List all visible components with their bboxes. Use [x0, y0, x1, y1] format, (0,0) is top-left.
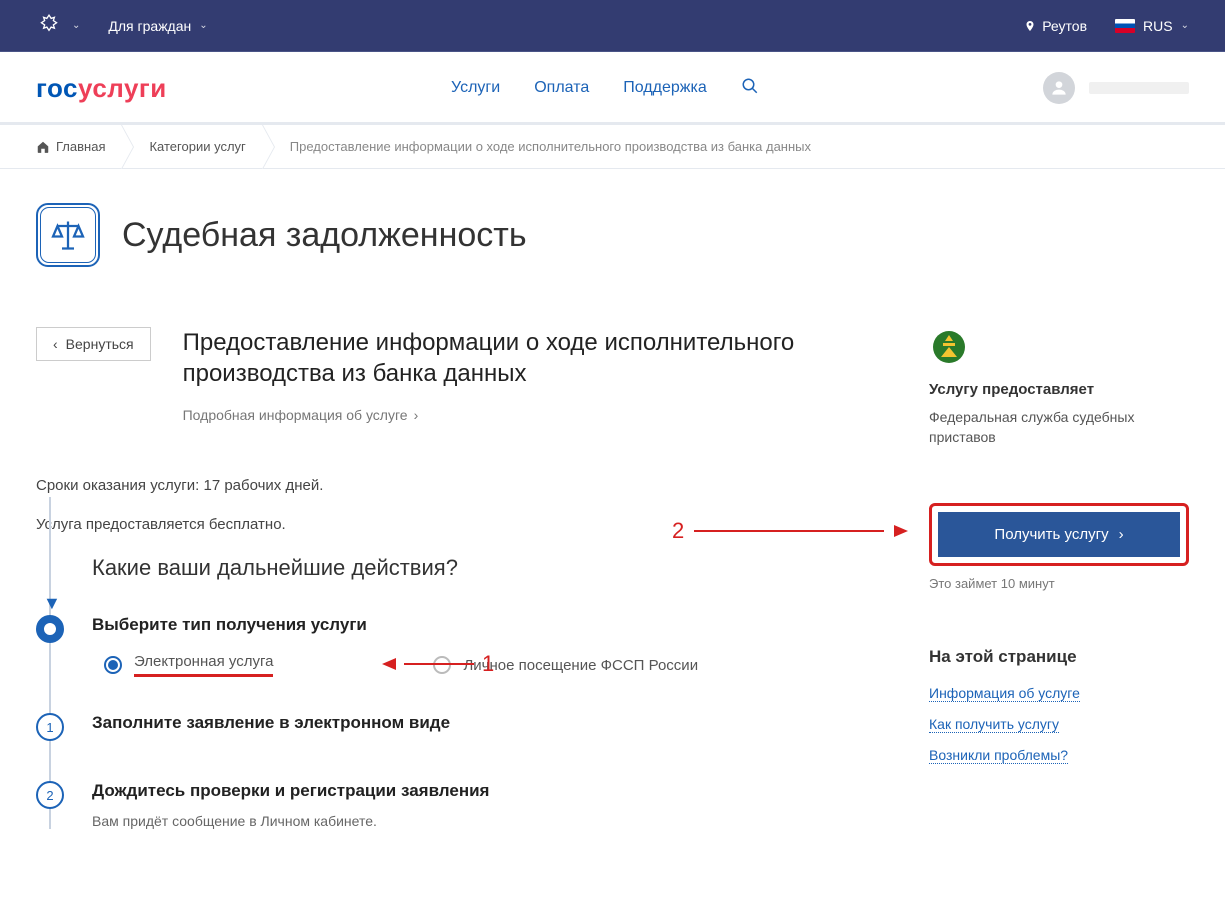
onpage-link-info[interactable]: Информация об услуге — [929, 685, 1080, 702]
breadcrumb-home[interactable]: Главная — [36, 125, 122, 168]
audience-dropdown[interactable]: Для граждан ⌄ — [108, 18, 207, 34]
topbar: ⌄ Для граждан ⌄ Реутов RUS ⌄ — [0, 0, 1225, 52]
nav-payment[interactable]: Оплата — [534, 79, 589, 97]
main-nav: Услуги Оплата Поддержка — [451, 77, 759, 100]
agency-emblem-icon — [929, 327, 969, 367]
breadcrumb-current: Предоставление информации о ходе исполни… — [274, 125, 827, 168]
avatar-icon — [1043, 72, 1075, 104]
step-wait-title: Дождитесь проверки и регистрации заявлен… — [92, 781, 489, 801]
page-title-row: Судебная задолженность — [36, 203, 1189, 267]
state-emblem-dropdown[interactable]: ⌄ — [36, 13, 80, 39]
breadcrumb-categories[interactable]: Категории услуг — [133, 125, 262, 168]
cta-hint: Это займет 10 минут — [929, 576, 1189, 591]
service-term: Сроки оказания услуги: 17 рабочих дней. — [36, 477, 869, 494]
user-menu[interactable] — [1043, 72, 1189, 104]
step-select-title: Выберите тип получения услуги — [92, 615, 698, 635]
location-selector[interactable]: Реутов — [1024, 18, 1087, 34]
radio-electronic[interactable]: Электронная услуга — [104, 653, 273, 677]
arrow-down-icon: ▼ — [43, 593, 61, 614]
home-icon — [36, 140, 50, 154]
user-name-placeholder — [1089, 82, 1189, 94]
annotation-arrow-1: 1 — [382, 651, 494, 677]
chevron-down-icon: ⌄ — [72, 20, 80, 31]
steps-question: Какие ваши дальнейшие действия? — [54, 555, 869, 581]
site-logo[interactable]: госуслуги — [36, 73, 167, 104]
onpage-link-how[interactable]: Как получить услугу — [929, 716, 1059, 733]
step-fill-title: Заполните заявление в электронном виде — [92, 713, 450, 733]
on-page-title: На этой странице — [929, 647, 1189, 667]
flag-ru-icon — [1115, 19, 1135, 33]
back-button[interactable]: ‹ Вернуться — [36, 327, 151, 361]
nav-services[interactable]: Услуги — [451, 79, 500, 97]
page-title: Судебная задолженность — [122, 216, 527, 255]
provider-name: Федеральная служба судебных приставов — [929, 408, 1189, 447]
service-subtitle: Предоставление информации о ходе исполни… — [183, 327, 869, 389]
search-icon[interactable] — [741, 77, 759, 100]
language-label: RUS — [1143, 18, 1173, 34]
breadcrumb: Главная Категории услуг Предоставление и… — [0, 125, 1225, 169]
chevron-down-icon: ⌄ — [1181, 20, 1189, 31]
chevron-right-icon: › — [414, 407, 419, 423]
radio-selected-icon — [104, 656, 122, 674]
audience-label: Для граждан — [108, 18, 191, 34]
scales-icon — [36, 203, 100, 267]
nav-support[interactable]: Поддержка — [623, 79, 706, 97]
chevron-down-icon: ⌄ — [199, 20, 207, 31]
on-this-page: На этой странице Информация об услуге Ка… — [929, 647, 1189, 764]
chevron-left-icon: ‹ — [53, 336, 58, 352]
steps-list: Какие ваши дальнейшие действия? ▼ Выбери… — [36, 555, 869, 829]
location-label: Реутов — [1042, 18, 1087, 34]
location-pin-icon — [1024, 19, 1036, 33]
cta-highlight-box: 2 Получить услугу › — [929, 503, 1189, 566]
eagle-emblem-icon — [36, 13, 62, 39]
get-service-button[interactable]: Получить услугу › — [938, 512, 1180, 557]
language-selector[interactable]: RUS ⌄ — [1115, 18, 1189, 34]
onpage-link-problems[interactable]: Возникли проблемы? — [929, 747, 1068, 764]
header: госуслуги Услуги Оплата Поддержка — [0, 52, 1225, 125]
provider-label: Услугу предоставляет — [929, 381, 1189, 398]
annotation-arrow-2: 2 — [672, 518, 908, 544]
step-wait-desc: Вам придёт сообщение в Личном кабинете. — [92, 813, 489, 829]
chevron-right-icon: › — [1119, 526, 1124, 543]
service-detail-link[interactable]: Подробная информация об услуге › — [183, 407, 419, 423]
